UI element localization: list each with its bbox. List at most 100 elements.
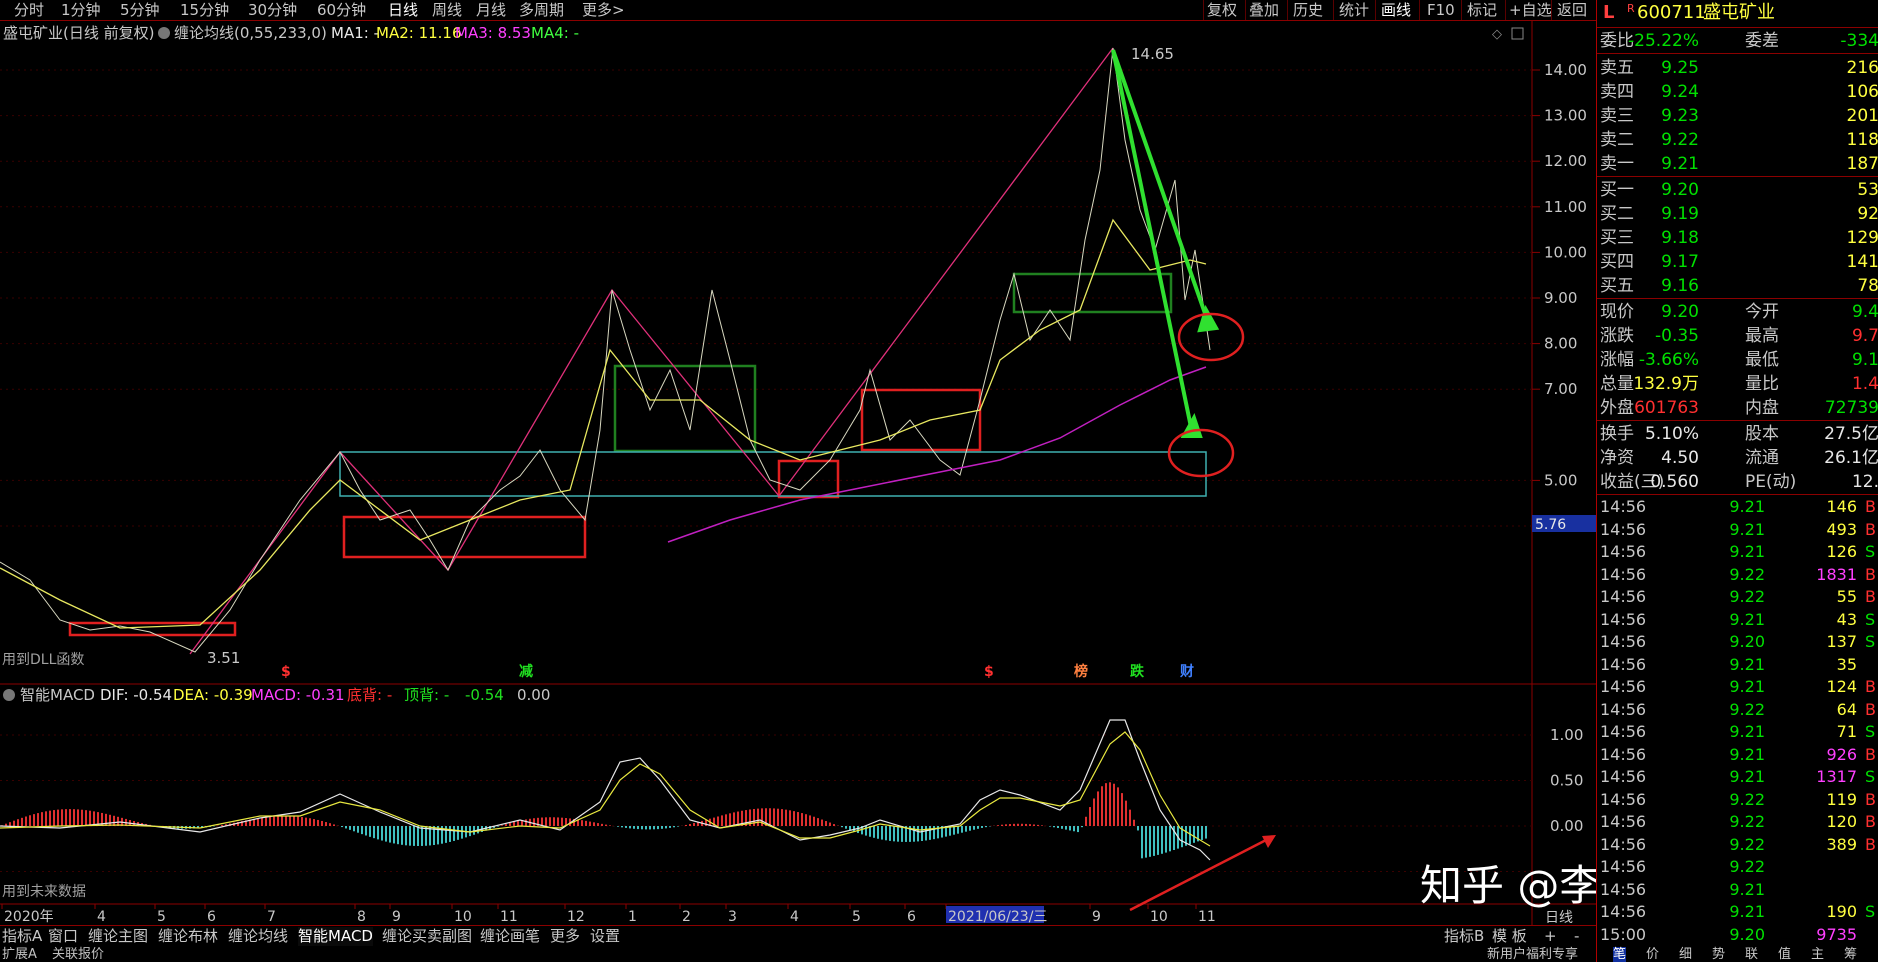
order-book-row[interactable]: 买五 9.16 78: [1597, 274, 1878, 298]
tab-chan-boll[interactable]: 缠论布林: [158, 927, 218, 946]
event-marker[interactable]: 跌: [1130, 664, 1145, 680]
order-book-row[interactable]: 换手 5.10% 股本 27.5亿: [1597, 422, 1878, 446]
tick-row[interactable]: 14:56 9.21: [1597, 879, 1878, 902]
tick-row[interactable]: 14:569.2171S1: [1597, 721, 1878, 744]
period-tab-weekly[interactable]: 周线: [432, 1, 462, 19]
status-related-quote[interactable]: 关联报价: [52, 947, 104, 962]
order-book-row[interactable]: 买三 9.18 129: [1597, 226, 1878, 250]
tick-row[interactable]: 14:569.211317S2: [1597, 766, 1878, 789]
event-marker[interactable]: 榜: [1074, 663, 1088, 680]
period-tab-60min[interactable]: 60分钟: [317, 1, 366, 19]
order-book-row[interactable]: 买二 9.19 92: [1597, 202, 1878, 226]
tab-chan-stroke[interactable]: 缠论画笔: [480, 927, 540, 946]
tick-row[interactable]: 14:569.21926B3: [1597, 744, 1878, 767]
order-book-row[interactable]: 买一 9.20 53: [1597, 178, 1878, 202]
back-button[interactable]: 返回: [1557, 1, 1587, 19]
quote-tab[interactable]: 势: [1712, 947, 1725, 962]
tab-more[interactable]: 更多: [550, 927, 580, 946]
period-tab-30min[interactable]: 30分钟: [248, 1, 297, 19]
period-tab-daily[interactable]: 日线: [388, 1, 418, 19]
quote-tab[interactable]: 主: [1811, 947, 1824, 962]
tick-row[interactable]: 14:569.21124B1: [1597, 676, 1878, 699]
quote-tab[interactable]: 筹: [1844, 947, 1857, 962]
period-tab-fenshi[interactable]: 分时: [14, 1, 44, 19]
kline-chart[interactable]: 14.0013.0012.0011.0010.009.008.007.005.0…: [0, 20, 1596, 925]
period-tab-monthly[interactable]: 月线: [476, 1, 506, 19]
quote-tab[interactable]: 细: [1679, 947, 1692, 962]
window-restore-icon[interactable]: [1511, 27, 1524, 40]
order-book-row[interactable]: 涨跌 -0.35 最高 9.7: [1597, 324, 1878, 348]
period-tab-multi[interactable]: 多周期: [519, 1, 564, 19]
tick-row[interactable]: 15:009.20973546: [1597, 924, 1878, 947]
tick-row[interactable]: 14:569.22119B1: [1597, 789, 1878, 812]
low-label: 3.51: [207, 649, 240, 667]
tick-row[interactable]: 14:56 9.22 389 B: [1597, 834, 1878, 857]
tick-row[interactable]: 14:569.20137S2: [1597, 631, 1878, 654]
dll-note: 用到DLL函数: [2, 652, 84, 668]
tab-chan-bs[interactable]: 缠论买卖副图: [382, 927, 472, 946]
order-book-row[interactable]: 买四 9.17 141: [1597, 250, 1878, 274]
event-marker[interactable]: $: [281, 664, 291, 680]
date-axis-label: 6: [907, 909, 916, 925]
tab-indicator-b[interactable]: 指标B: [1444, 927, 1484, 946]
tick-row[interactable]: 14:56 9.22 55 B: [1597, 586, 1878, 609]
tick-row[interactable]: 14:569.221831B10: [1597, 564, 1878, 587]
quote-tab[interactable]: 值: [1778, 947, 1791, 962]
order-book-row[interactable]: 卖二 9.22 118: [1597, 128, 1878, 152]
order-book-row[interactable]: 净资 4.50 流通 26.1亿: [1597, 446, 1878, 470]
date-axis-label: 10: [454, 909, 472, 925]
tick-row[interactable]: 14:569.21126S2: [1597, 541, 1878, 564]
period-tab-more[interactable]: 更多>: [582, 1, 625, 19]
order-book-row[interactable]: 卖一 9.21 187: [1597, 152, 1878, 176]
order-book-row[interactable]: 外盘 601763 内盘 72739: [1597, 396, 1878, 420]
add-watchlist-button[interactable]: +自选: [1509, 1, 1552, 19]
statistics-button[interactable]: 统计: [1339, 1, 1369, 19]
order-book-row[interactable]: 涨幅 -3.66% 最低 9.1: [1597, 348, 1878, 372]
period-tab-15min[interactable]: 15分钟: [180, 1, 229, 19]
history-button[interactable]: 历史: [1293, 1, 1323, 19]
tick-row[interactable]: 14:56 9.21 43 S: [1597, 609, 1878, 632]
tick-row[interactable]: 14:56 9.22: [1597, 856, 1878, 879]
event-marker[interactable]: $: [984, 664, 994, 680]
event-marker[interactable]: 财: [1179, 663, 1194, 680]
period-tab-1min[interactable]: 1分钟: [61, 1, 101, 19]
macd-toggle-icon[interactable]: [3, 689, 15, 701]
tab-smart-macd[interactable]: 智能MACD: [298, 927, 373, 946]
event-marker[interactable]: 减: [519, 663, 533, 680]
order-book-row[interactable]: 收益(三) 0.560 PE(动) 12.: [1597, 470, 1878, 494]
date-axis-label: 2020年: [4, 909, 54, 925]
tick-row[interactable]: 14:569.22120B1: [1597, 811, 1878, 834]
tab-window[interactable]: 窗口: [48, 927, 78, 946]
tick-row[interactable]: 14:56 9.21 190 S: [1597, 901, 1878, 924]
mark-button[interactable]: 标记: [1467, 1, 1497, 19]
order-book-row[interactable]: 卖五 9.25 216: [1597, 56, 1878, 80]
order-book-row[interactable]: 总量 132.9万 量比 1.4: [1597, 372, 1878, 396]
new-user-link[interactable]: 新用户福利专享: [1487, 947, 1578, 962]
tab-chan-ma[interactable]: 缠论均线: [228, 927, 288, 946]
diamond-icon[interactable]: ◇: [1492, 27, 1502, 42]
overlay-button[interactable]: 叠加: [1249, 1, 1279, 19]
tab-template[interactable]: 模 板: [1492, 927, 1527, 946]
tick-row[interactable]: 14:569.21146B2: [1597, 496, 1878, 519]
quote-tab[interactable]: 联: [1745, 947, 1758, 962]
status-ext-a[interactable]: 扩展A: [2, 947, 37, 962]
fuquan-button[interactable]: 复权: [1207, 1, 1237, 19]
tab-settings[interactable]: 设置: [590, 927, 620, 946]
indicator-toggle-icon[interactable]: [158, 27, 170, 39]
order-book-row[interactable]: 卖四 9.24 106: [1597, 80, 1878, 104]
quote-tab[interactable]: 价: [1646, 947, 1659, 962]
tick-row[interactable]: 14:56 9.22 64 B: [1597, 699, 1878, 722]
order-book-row[interactable]: 现价 9.20 今开 9.4: [1597, 300, 1878, 324]
f10-button[interactable]: F10: [1427, 1, 1455, 19]
tick-row[interactable]: 14:569.21493B6: [1597, 519, 1878, 542]
zoom-in-button[interactable]: +: [1544, 927, 1557, 946]
draw-line-button[interactable]: 画线: [1381, 1, 1411, 19]
zoom-out-button[interactable]: -: [1574, 927, 1579, 946]
order-book-row[interactable]: 卖三 9.23 201: [1597, 104, 1878, 128]
tab-indicator-a[interactable]: 指标A: [2, 927, 42, 946]
tab-chan-main[interactable]: 缠论主图: [88, 927, 148, 946]
period-tab-5min[interactable]: 5分钟: [120, 1, 160, 19]
macd-value: MACD: -0.31: [251, 686, 345, 704]
tick-row[interactable]: 14:56 9.21 35: [1597, 654, 1878, 677]
quote-tab[interactable]: 笔: [1613, 947, 1627, 962]
